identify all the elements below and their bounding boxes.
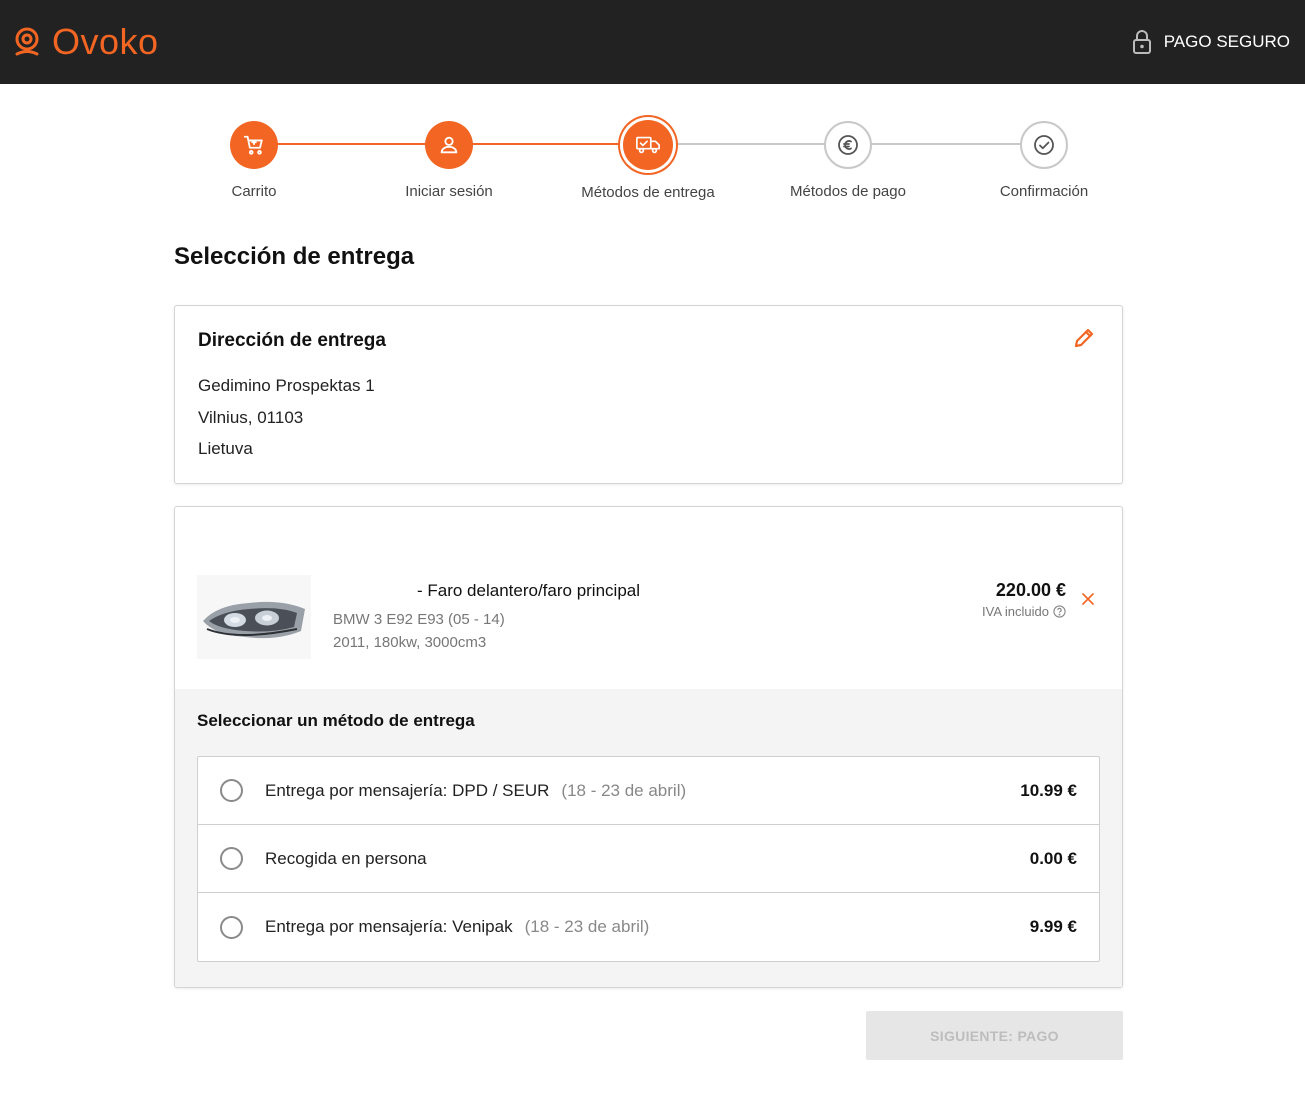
product-specs: 2011, 180kw, 3000cm3 <box>333 634 487 651</box>
lock-icon <box>1132 30 1151 54</box>
step-cart-label: Carrito <box>231 183 277 200</box>
step-cart[interactable]: Carrito <box>164 121 344 200</box>
checkout-stepper: Carrito Iniciar sesión Métodos de entreg… <box>150 120 1150 211</box>
delivery-method-title: Seleccionar un método de entrega <box>197 711 475 730</box>
address-title: Dirección de entrega <box>198 330 386 351</box>
product-price: 220.00 € <box>995 580 1066 600</box>
vat-info: IVA incluido <box>982 604 1066 619</box>
delivery-truck-icon <box>636 136 660 154</box>
delivery-option-price: 0.00 € <box>1029 848 1077 868</box>
cart-icon <box>243 135 263 155</box>
product-name[interactable]: - Faro delantero/faro principal <box>417 581 640 601</box>
step-confirmation: Confirmación <box>954 121 1134 200</box>
delivery-address-card: Dirección de entrega Gedimino Prospektas… <box>174 305 1123 484</box>
product-row: - Faro delantero/faro principal BMW 3 E9… <box>175 507 1122 689</box>
secure-payment-badge: PAGO SEGURO <box>1132 30 1290 54</box>
vat-label: IVA incluido <box>982 604 1049 619</box>
step-payment: Métodos de pago <box>758 121 938 200</box>
delivery-option-label: Entrega por mensajería: DPD / SEUR <box>265 780 550 800</box>
next-payment-button[interactable]: SIGUIENTE: PAGO <box>866 1011 1123 1060</box>
user-icon <box>440 136 458 154</box>
top-bar: Ovoko PAGO SEGURO <box>0 0 1305 84</box>
delivery-option-dpd[interactable]: Entrega por mensajería: DPD / SEUR (18 -… <box>198 757 1099 825</box>
step-login-label: Iniciar sesión <box>405 183 493 200</box>
delivery-option-label: Entrega por mensajería: Venipak <box>265 917 513 936</box>
delivery-method-section: Seleccionar un método de entrega Entrega… <box>175 689 1122 987</box>
radio-button[interactable] <box>220 779 243 802</box>
step-delivery: Métodos de entrega <box>558 120 738 201</box>
delivery-option-date: (18 - 23 de abril) <box>561 780 687 800</box>
delivery-option-pickup[interactable]: Recogida en persona 0.00 € <box>198 825 1099 893</box>
delivery-option-label: Recogida en persona <box>265 848 427 868</box>
euro-icon <box>838 135 858 155</box>
radio-button[interactable] <box>220 847 243 870</box>
product-vehicle: BMW 3 E92 E93 (05 - 14) <box>333 611 505 628</box>
brand-name: Ovoko <box>52 21 159 62</box>
check-circle-icon <box>1034 135 1054 155</box>
delivery-option-price: 9.99 € <box>1029 917 1077 936</box>
step-confirmation-circle <box>1020 121 1068 169</box>
step-delivery-circle <box>623 120 673 170</box>
secure-payment-label: PAGO SEGURO <box>1163 32 1290 51</box>
step-login-circle <box>425 121 473 169</box>
pencil-icon <box>1074 328 1094 348</box>
step-confirmation-label: Confirmación <box>999 183 1089 200</box>
delivery-option-venipak[interactable]: Entrega por mensajería: Venipak (18 - 23… <box>198 893 1099 961</box>
address-city: Vilnius, 01103 <box>198 407 304 427</box>
address-country: Lietuva <box>198 439 253 458</box>
delivery-options-list: Entrega por mensajería: DPD / SEUR (18 -… <box>197 756 1100 962</box>
delivery-option-price: 10.99 € <box>1020 780 1077 800</box>
edit-address-button[interactable] <box>1072 326 1098 352</box>
ovoko-logo-icon <box>15 27 39 56</box>
step-cart-circle <box>230 121 278 169</box>
brand-logo[interactable]: Ovoko <box>12 21 159 63</box>
remove-item-button[interactable] <box>1078 589 1098 609</box>
order-card: - Faro delantero/faro principal BMW 3 E9… <box>174 506 1123 988</box>
step-payment-circle <box>824 121 872 169</box>
delivery-option-date: (18 - 23 de abril) <box>524 917 650 936</box>
radio-button[interactable] <box>220 915 243 939</box>
close-icon <box>1082 593 1094 605</box>
step-delivery-label: Métodos de entrega <box>581 184 715 201</box>
step-payment-label: Métodos de pago <box>790 183 906 200</box>
step-login[interactable]: Iniciar sesión <box>359 121 539 200</box>
help-circle-icon[interactable] <box>1053 605 1066 618</box>
headlight-product-image <box>197 575 311 659</box>
page-title: Selección de entrega <box>174 243 415 270</box>
address-street: Gedimino Prospektas 1 <box>198 376 375 395</box>
